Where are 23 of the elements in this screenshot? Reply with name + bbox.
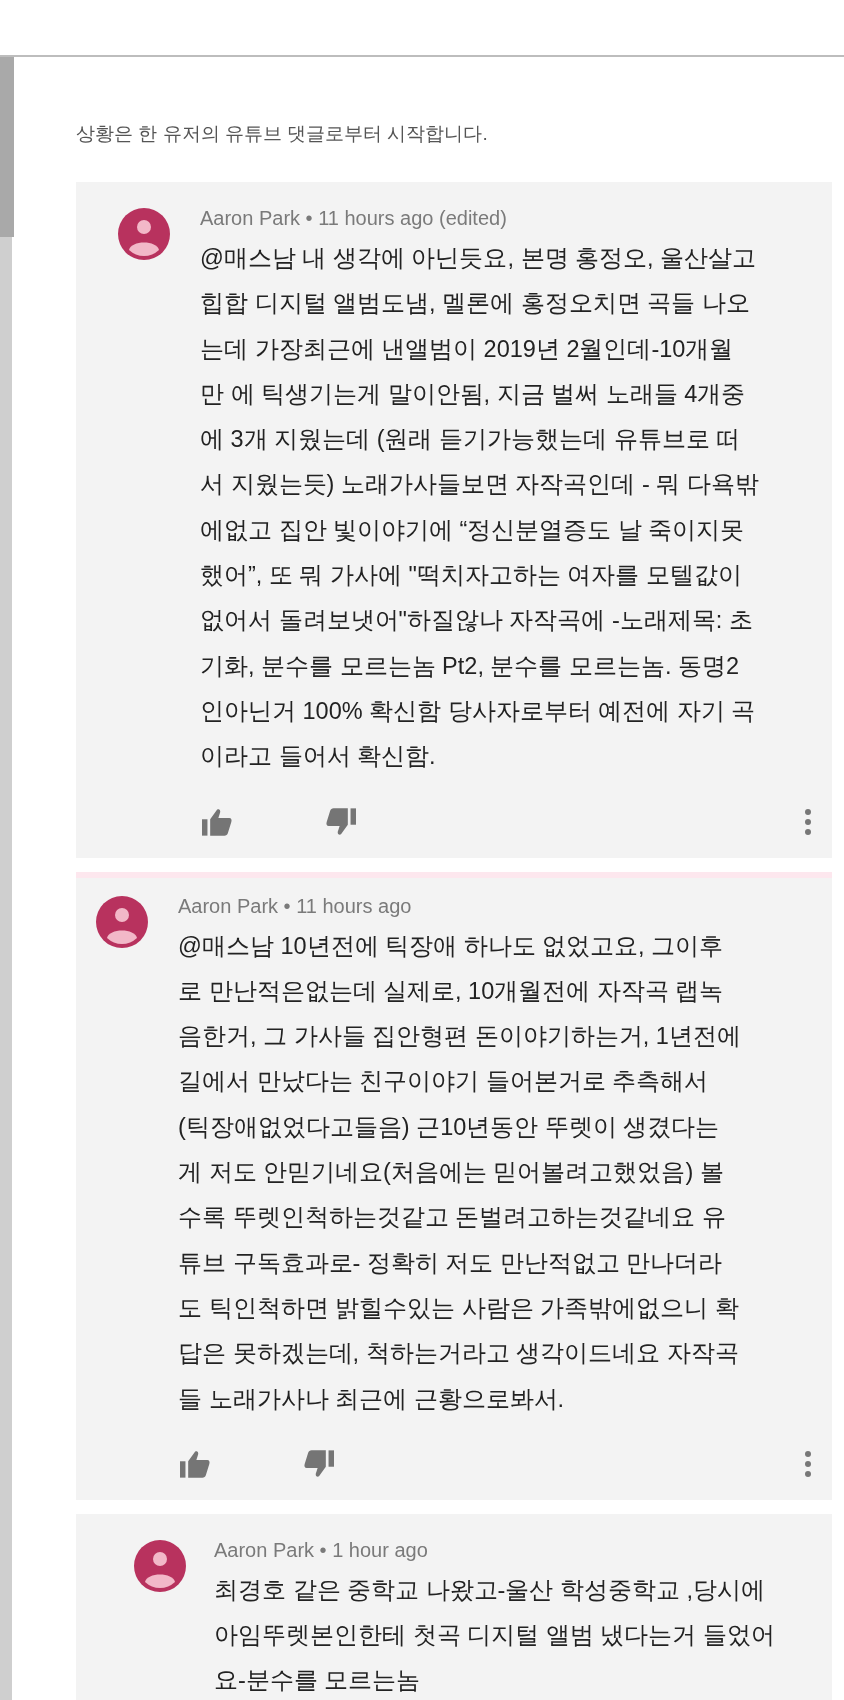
comment-text: @매스남 내 생각에 아닌듯요, 본명 홍정오, 울산살고 힙합 디지털 앨범도냄, 멜론에 홍정오치면 곡들 나오 는데 가장최근에 낸앨범이 2019년 2월인데-10개월 만 에 틱생기는게 말이안됨, 지금 벌써 노래들 4개중 에 3개 지웠는데 (원래 듣기가능했는데 유튜브로 떠 서 지웠는듯) 노래가사들보면 자작곡인데 - 뭐 다욕밖 에없고 집안 빛이야기에 “정신분열증도 날 죽이지못 했어”, 또 뭐 가사에 "떡치자고하는 여자를 모텔값이 없어서 돌려보냇어"하질않나 자작곡에 -노래제목: 초 기화, 분수를 모르는놈 Pt2, 분수를 모르는놈. 동명2 인아닌거 100% 확신함 당사자로부터 예전에 자기 곡 이라고 들어서 확신함. [200, 244, 760, 772]
thumbs-up-icon [178, 1448, 212, 1479]
comment-meta: Aaron Park • 1 hour ago [214, 1537, 429, 1563]
scrollbar-thumb[interactable] [0, 57, 14, 237]
comment-meta: Aaron Park • 11 hours ago (edited) [200, 206, 508, 231]
more-button[interactable] [804, 807, 812, 836]
more-button[interactable] [804, 1449, 812, 1478]
avatar-icon [96, 895, 148, 948]
comment-text: 최경호 같은 중학교 나왔고-울산 학성중학교 ,당시에 아임뚜렛본인한테 첫곡 디지털 앨범 냈다는거 들었어 요-분수를 모르는놈 [214, 1575, 776, 1696]
like-button[interactable] [200, 806, 234, 837]
avatar-icon [118, 208, 170, 260]
dislike-button[interactable] [302, 1448, 336, 1479]
thumbs-down-icon [302, 1448, 336, 1479]
thumbs-up-icon [200, 806, 234, 837]
avatar-icon [134, 1539, 186, 1592]
comment-meta: Aaron Park • 11 hours ago [178, 893, 413, 919]
more-icon [804, 1449, 812, 1478]
thumbs-down-icon [324, 806, 358, 837]
dislike-button[interactable] [324, 806, 358, 837]
comment-text: @매스남 10년전에 틱장애 하나도 없었고요, 그이후 로 만난적은없는데 실제로, 10개월전에 자작곡 랩녹 음한거, 그 가사들 집안형편 돈이야기하는거, 1년전에 길에서 만났다는 친구이야기 들어본거로 추측해서 (틱장애없었다고들음) 근10년동안 뚜렛이 생겼다는 게 저도 안믿기네요(처음에는 믿어볼려고했었음) 볼 수록 뚜렛인척하는것같고 돈벌려고하는것같네요 유 튜브 구독효과로- 정확히 저도 만난적없고 만나더라 도 틱인척하면 밝힐수있는 사람은 가족밖에없으니 확 답은 못하겠는데, 척하는거라고 생각이드네요 자작곡 들 노래가사나 최근에 근황으로봐서. [178, 931, 742, 1414]
more-icon [804, 807, 812, 836]
like-button[interactable] [178, 1448, 212, 1479]
intro-text: 상황은 한 유저의 유튜브 댓글로부터 시작합니다. [76, 122, 489, 146]
